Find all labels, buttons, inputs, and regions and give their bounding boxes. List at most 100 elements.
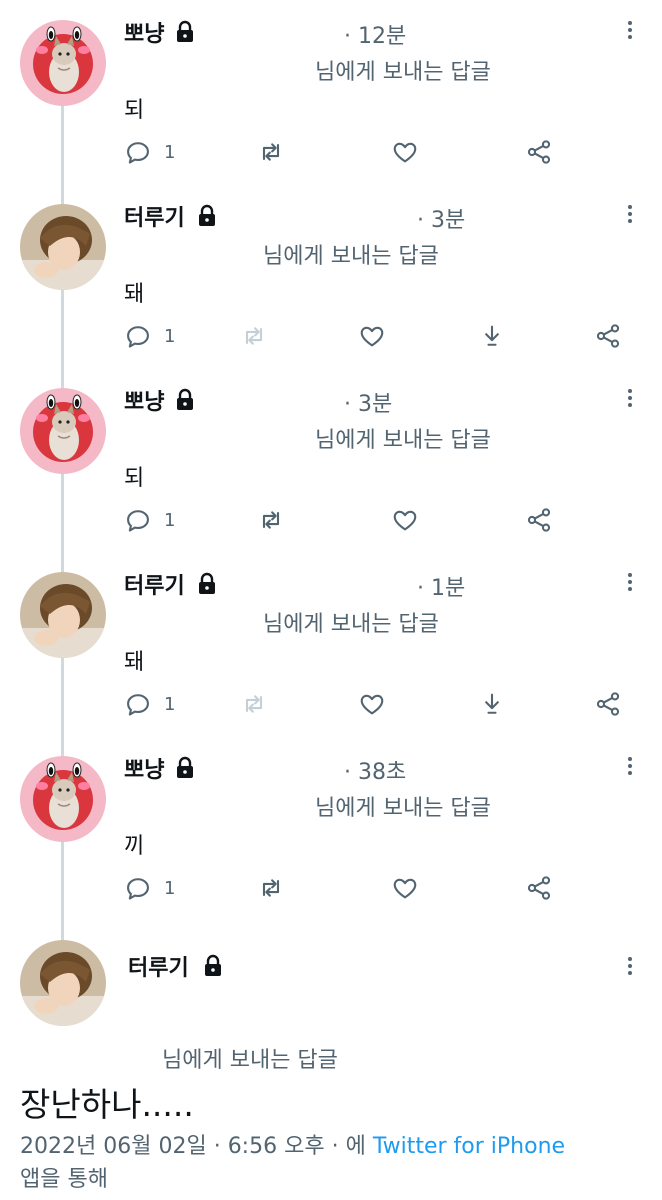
lock-icon <box>177 756 193 778</box>
reply-tweet[interactable]: 뽀냥 · 12분 님에게 보내는 답글 되 1 <box>0 0 662 184</box>
reply-context[interactable]: 님에게 보내는 답글 <box>315 422 491 454</box>
retweet-icon <box>245 327 263 345</box>
like-button[interactable] <box>391 504 419 536</box>
lock-icon <box>177 20 193 42</box>
tweet-text: 되 <box>124 98 145 123</box>
reply-context[interactable]: 님에게 보내는 답글 <box>263 606 439 638</box>
more-options-icon[interactable] <box>624 386 636 410</box>
like-button[interactable] <box>358 688 386 720</box>
display-name[interactable]: 뽀냥 <box>124 16 164 48</box>
avatar[interactable] <box>20 572 106 658</box>
download-icon <box>485 693 499 714</box>
reply-tweet[interactable]: 뽀냥 · 38초 님에게 보내는 답글 끼 1 <box>0 736 662 920</box>
reply-icon <box>127 142 149 164</box>
lock-icon <box>199 572 215 594</box>
share-icon <box>527 508 551 532</box>
reply-count: 1 <box>164 877 176 899</box>
reply-tweet[interactable]: 터루기 · 3분 님에게 보내는 답글 돼 1 <box>0 184 662 368</box>
retweet-icon <box>262 511 280 529</box>
lock-icon <box>205 954 221 976</box>
share-button[interactable] <box>594 688 622 720</box>
tweet-text: 돼 <box>124 282 145 307</box>
share-button[interactable] <box>525 504 553 536</box>
display-name[interactable]: 터루기 <box>124 200 185 232</box>
share-icon <box>527 876 551 900</box>
reply-count: 1 <box>164 509 176 531</box>
via-suffix: 앱을 통해 <box>20 1167 108 1192</box>
reply-icon <box>127 510 149 532</box>
reply-context[interactable]: 님에게 보내는 답글 <box>315 54 491 86</box>
tweet-text: 돼 <box>124 650 145 675</box>
reply-context[interactable]: 님에게 보내는 답글 <box>315 790 491 822</box>
heart-icon <box>360 326 384 347</box>
tweet-time[interactable]: · 3분 <box>344 386 392 418</box>
avatar[interactable] <box>20 20 106 106</box>
share-icon <box>596 692 620 716</box>
avatar[interactable] <box>20 756 106 842</box>
lock-icon <box>177 388 193 410</box>
retweet-icon <box>245 695 263 713</box>
tweet-time[interactable]: · 38초 <box>344 754 406 786</box>
avatar[interactable] <box>20 940 106 1026</box>
reply-count: 1 <box>164 693 176 715</box>
tweet-time[interactable]: · 12분 <box>344 18 406 50</box>
more-options-icon[interactable] <box>624 754 636 778</box>
display-name[interactable]: 터루기 <box>124 568 185 600</box>
more-options-icon[interactable] <box>624 18 636 42</box>
retweet-button[interactable] <box>257 872 285 904</box>
like-button[interactable] <box>391 872 419 904</box>
reply-button[interactable]: 1 <box>124 136 175 168</box>
reply-tweet[interactable]: 뽀냥 · 3분 님에게 보내는 답글 되 1 <box>0 368 662 552</box>
tweet-text: 되 <box>124 466 145 491</box>
source-app-link[interactable]: Twitter for iPhone <box>373 1134 565 1159</box>
focused-tweet: 터루기 님에게 보내는 답글 장난하나..... 2022년 06월 02일 ·… <box>0 920 662 1200</box>
meta-separator: · <box>213 1134 221 1159</box>
share-icon <box>527 140 551 164</box>
retweet-button[interactable] <box>257 504 285 536</box>
tweet-text: 장난하나..... <box>20 1085 194 1124</box>
more-options-icon[interactable] <box>624 570 636 594</box>
tweet-metadata: 2022년 06월 02일 · 6:56 오후 · 에 Twitter for … <box>20 1130 640 1196</box>
heart-icon <box>393 142 417 163</box>
reply-button[interactable]: 1 <box>124 688 175 720</box>
via-prefix: · 에 <box>331 1134 366 1159</box>
reply-tweet[interactable]: 터루기 · 1분 님에게 보내는 답글 돼 1 <box>0 552 662 736</box>
retweet-button[interactable] <box>240 320 268 352</box>
download-button[interactable] <box>478 320 506 352</box>
retweet-icon <box>262 879 280 897</box>
avatar[interactable] <box>20 388 106 474</box>
tweet-text: 끼 <box>124 834 145 859</box>
display-name[interactable]: 뽀냥 <box>124 384 164 416</box>
retweet-icon <box>262 143 280 161</box>
display-name[interactable]: 뽀냥 <box>124 752 164 784</box>
heart-icon <box>393 510 417 531</box>
tweet-time[interactable]: 6:56 오후 <box>228 1134 325 1159</box>
like-button[interactable] <box>358 320 386 352</box>
tweet-date[interactable]: 2022년 06월 02일 <box>20 1134 207 1159</box>
tweet-time[interactable]: · 3분 <box>417 202 465 234</box>
display-name[interactable]: 터루기 <box>128 950 189 982</box>
more-options-icon[interactable] <box>624 202 636 226</box>
reply-count: 1 <box>164 325 176 347</box>
share-button[interactable] <box>525 872 553 904</box>
reply-icon <box>127 878 149 900</box>
more-options-icon[interactable] <box>624 954 636 978</box>
download-button[interactable] <box>478 688 506 720</box>
share-button[interactable] <box>525 136 553 168</box>
reply-context[interactable]: 님에게 보내는 답글 <box>263 238 439 270</box>
reply-button[interactable]: 1 <box>124 872 175 904</box>
tweet-time[interactable]: · 1분 <box>417 570 465 602</box>
lock-icon <box>199 204 215 226</box>
share-button[interactable] <box>594 320 622 352</box>
heart-icon <box>360 694 384 715</box>
reply-button[interactable]: 1 <box>124 320 175 352</box>
retweet-button[interactable] <box>257 136 285 168</box>
reply-icon <box>127 326 149 348</box>
reply-count: 1 <box>164 141 176 163</box>
share-icon <box>596 324 620 348</box>
reply-context[interactable]: 님에게 보내는 답글 <box>162 1042 338 1074</box>
reply-button[interactable]: 1 <box>124 504 175 536</box>
retweet-button[interactable] <box>240 688 268 720</box>
avatar[interactable] <box>20 204 106 290</box>
like-button[interactable] <box>391 136 419 168</box>
